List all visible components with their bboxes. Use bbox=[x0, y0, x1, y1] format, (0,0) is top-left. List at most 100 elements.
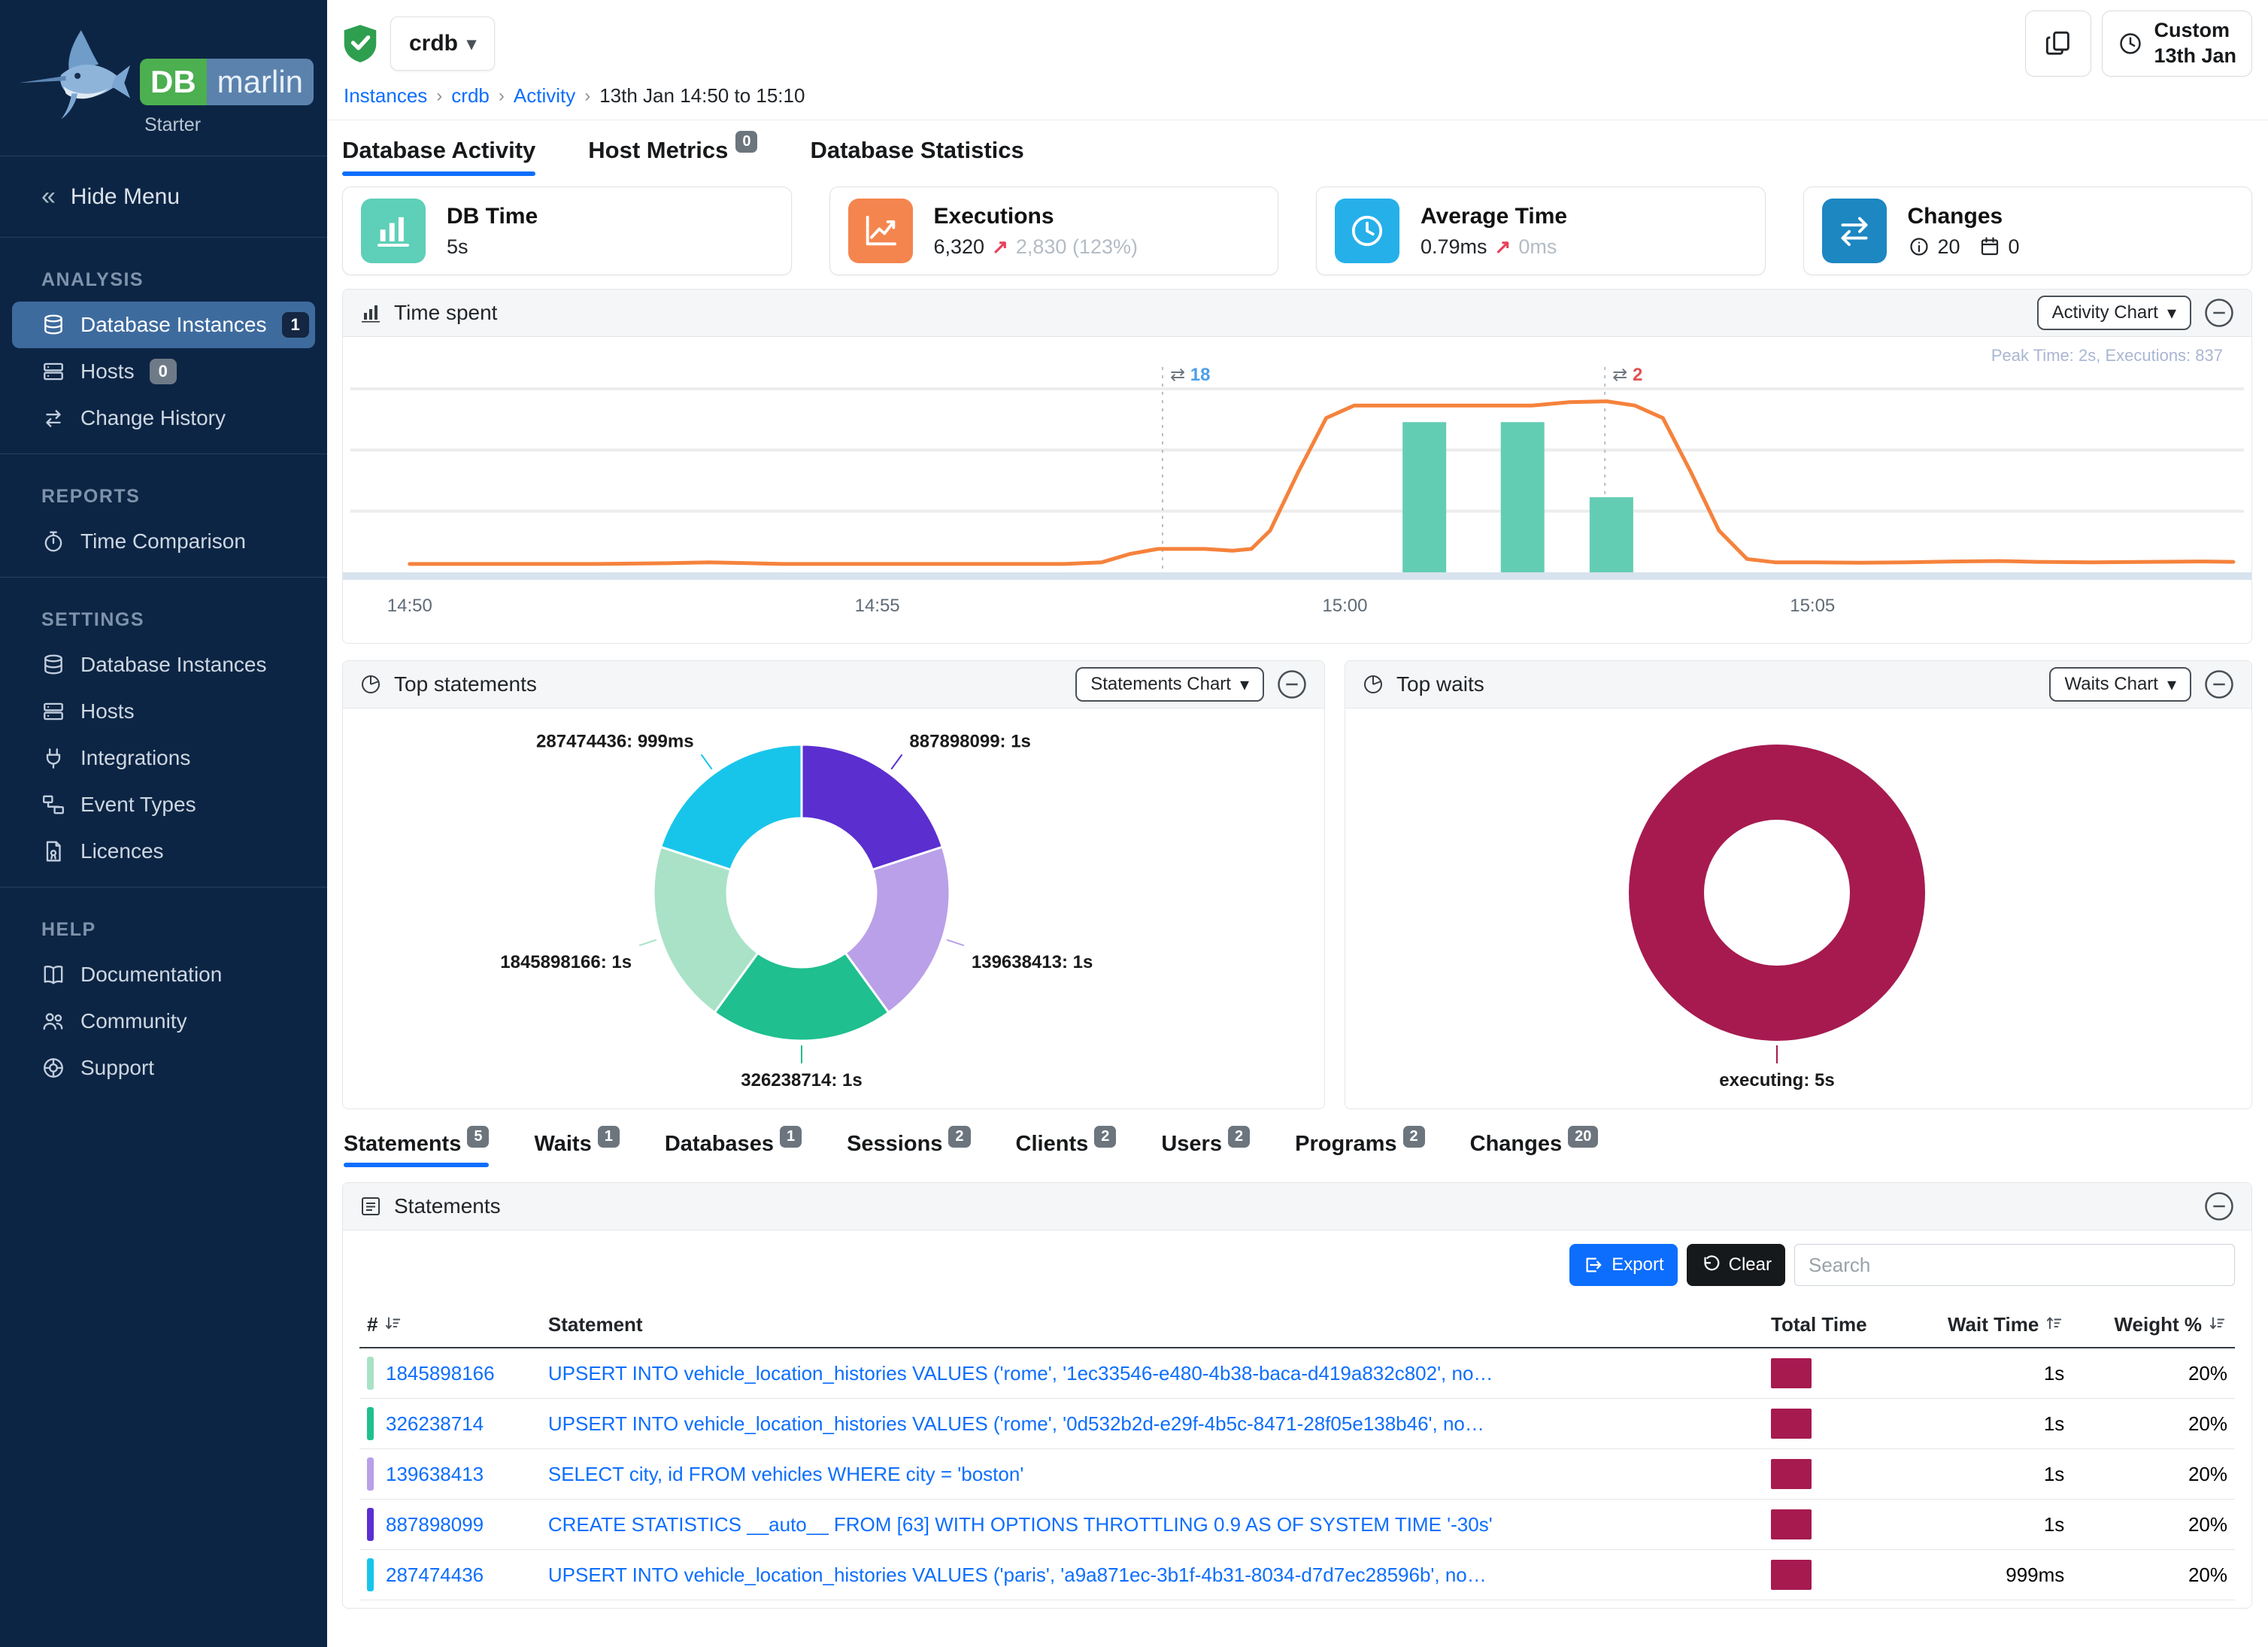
statements-chart-dropdown[interactable]: Statements Chart ▾ bbox=[1075, 667, 1264, 702]
detail-tab-clients[interactable]: Clients2 bbox=[1016, 1132, 1117, 1167]
kpi-main-value: 5s bbox=[447, 235, 468, 259]
caret-down-icon: ▾ bbox=[1240, 674, 1249, 696]
sidebar-item-hosts[interactable]: Hosts bbox=[0, 688, 327, 735]
statement-link[interactable]: CREATE STATISTICS __auto__ FROM [63] WIT… bbox=[548, 1513, 1496, 1536]
donut-label: 887898099: 1s bbox=[909, 731, 1030, 751]
sidebar-item-label: Licences bbox=[80, 839, 164, 863]
statement-id-link[interactable]: 326238714 bbox=[386, 1412, 484, 1436]
sidebar-item-integrations[interactable]: Integrations bbox=[0, 735, 327, 781]
sidebar-item-licences[interactable]: Licences bbox=[0, 828, 327, 875]
sidebar-item-community[interactable]: Community bbox=[0, 998, 327, 1045]
sidebar-section-reports: REPORTS bbox=[0, 466, 327, 518]
lifebuoy-icon bbox=[41, 1056, 65, 1080]
collapse-panel-icon[interactable] bbox=[2203, 297, 2235, 329]
sidebar-item-database-instances[interactable]: Database Instances bbox=[0, 642, 327, 688]
sidebar-item-support[interactable]: Support bbox=[0, 1045, 327, 1091]
shield-check-icon bbox=[342, 24, 378, 63]
top-waits-donut[interactable]: executing: 5s bbox=[1345, 708, 2251, 1109]
time-spent-chart[interactable]: Peak Time: 2s, Executions: 837⇄ 18⇄ 214:… bbox=[343, 337, 2251, 644]
top-waits-header: Top waits Waits Chart ▾ bbox=[1345, 661, 2251, 708]
count-badge: 2 bbox=[1228, 1126, 1250, 1148]
statement-cell: SELECT city, id FROM vehicles WHERE city… bbox=[541, 1449, 1763, 1500]
kpi-title: DB Time bbox=[447, 204, 538, 229]
detail-tab-databases[interactable]: Databases1 bbox=[665, 1132, 802, 1167]
statement-id-cell: 887898099 bbox=[359, 1500, 541, 1550]
donut-label: executing: 5s bbox=[1719, 1070, 1834, 1090]
collapse-panel-icon[interactable] bbox=[1276, 669, 1308, 700]
sidebar-item-hosts[interactable]: Hosts0 bbox=[0, 348, 327, 395]
collapse-panel-icon[interactable] bbox=[2203, 669, 2235, 700]
breadcrumb-link-instances[interactable]: Instances bbox=[344, 84, 427, 108]
detail-tab-sessions[interactable]: Sessions2 bbox=[847, 1132, 970, 1167]
count-badge: 2 bbox=[1403, 1126, 1425, 1148]
search-input[interactable] bbox=[1794, 1244, 2235, 1286]
statement-link[interactable]: UPSERT INTO vehicle_location_histories V… bbox=[548, 1564, 1496, 1587]
column-header-wait-time[interactable]: Wait Time bbox=[1905, 1303, 2072, 1348]
donut-label: 287474436: 999ms bbox=[536, 731, 694, 751]
column-header-total-time: Total Time bbox=[1763, 1303, 1905, 1348]
tab-label: Database Statistics bbox=[810, 137, 1023, 164]
statement-id-link[interactable]: 287474436 bbox=[386, 1564, 484, 1587]
color-chip bbox=[367, 1558, 374, 1591]
total-time-cell bbox=[1763, 1449, 1905, 1500]
waits-chart-dropdown[interactable]: Waits Chart ▾ bbox=[2049, 667, 2191, 702]
sidebar-item-time-comparison[interactable]: Time Comparison bbox=[0, 518, 327, 565]
breadcrumb-separator: › bbox=[584, 86, 590, 107]
statement-link[interactable]: UPSERT INTO vehicle_location_histories V… bbox=[548, 1412, 1496, 1436]
kpi-title: Changes bbox=[1908, 204, 2030, 229]
sidebar-item-label: Event Types bbox=[80, 793, 196, 817]
activity-chart-dropdown[interactable]: Activity Chart ▾ bbox=[2037, 296, 2191, 330]
sidebar-item-database-instances[interactable]: Database Instances1 bbox=[12, 302, 315, 348]
clear-button[interactable]: Clear bbox=[1687, 1244, 1785, 1286]
tab-database-activity[interactable]: Database Activity bbox=[342, 137, 535, 176]
weight-cell: 20% bbox=[2072, 1348, 2235, 1399]
detail-tab-users[interactable]: Users2 bbox=[1161, 1132, 1250, 1167]
top-statements-donut[interactable]: 887898099: 1s139638413: 1s326238714: 1s1… bbox=[343, 708, 1324, 1109]
column-header-statement: Statement bbox=[541, 1303, 1763, 1348]
instance-selector[interactable]: crdb ▾ bbox=[390, 17, 495, 71]
weight-cell: 20% bbox=[2072, 1550, 2235, 1600]
kpi-row: DB Time5sExecutions6,320↗2,830 (123%)Ave… bbox=[342, 187, 2252, 275]
statement-link[interactable]: SELECT city, id FROM vehicles WHERE city… bbox=[548, 1463, 1496, 1486]
people-icon bbox=[41, 1009, 65, 1033]
tab-label: Users bbox=[1161, 1132, 1222, 1157]
activity-chart-label: Activity Chart bbox=[2052, 302, 2158, 323]
breadcrumb-link-crdb[interactable]: crdb bbox=[451, 84, 490, 108]
donut-slice bbox=[661, 745, 802, 869]
export-button[interactable]: Export bbox=[1569, 1244, 1677, 1286]
statement-id-link[interactable]: 139638413 bbox=[386, 1463, 484, 1486]
hide-menu-button[interactable]: « Hide Menu bbox=[0, 168, 327, 225]
column-header-weight[interactable]: Weight % bbox=[2072, 1303, 2235, 1348]
kpi-count-value: 0 bbox=[2009, 235, 2020, 259]
undo-icon bbox=[1700, 1254, 1721, 1275]
sidebar-item-documentation[interactable]: Documentation bbox=[0, 951, 327, 998]
kpi-text: DB Time 5s bbox=[447, 204, 538, 259]
tab-label: Clients bbox=[1016, 1132, 1089, 1157]
statement-link[interactable]: UPSERT INTO vehicle_location_histories V… bbox=[548, 1362, 1496, 1385]
table-row: 887898099 CREATE STATISTICS __auto__ FROM… bbox=[359, 1500, 2235, 1550]
tab-database-statistics[interactable]: Database Statistics bbox=[810, 137, 1023, 176]
detail-tab-waits[interactable]: Waits1 bbox=[534, 1132, 619, 1167]
detail-tab-programs[interactable]: Programs2 bbox=[1295, 1132, 1425, 1167]
breadcrumb-current: 13th Jan 14:50 to 15:10 bbox=[599, 84, 805, 108]
table-row: 1845898166 UPSERT INTO vehicle_location_h… bbox=[359, 1348, 2235, 1399]
statement-id-link[interactable]: 887898099 bbox=[386, 1513, 484, 1536]
statements-panel-title: Statements bbox=[394, 1194, 501, 1218]
column-header-[interactable]: # bbox=[359, 1303, 541, 1348]
tab-host-metrics[interactable]: Host Metrics0 bbox=[588, 137, 757, 176]
detail-tab-statements[interactable]: Statements5 bbox=[344, 1132, 489, 1167]
detail-tab-changes[interactable]: Changes20 bbox=[1470, 1132, 1599, 1167]
copy-link-button[interactable] bbox=[2025, 11, 2091, 77]
breadcrumb-link-activity[interactable]: Activity bbox=[514, 84, 575, 108]
statement-cell: UPSERT INTO vehicle_location_histories V… bbox=[541, 1399, 1763, 1449]
change-marker-label: ⇄ 2 bbox=[1612, 365, 1642, 385]
sidebar-item-change-history[interactable]: Change History bbox=[0, 395, 327, 441]
time-range-button[interactable]: Custom 13th Jan bbox=[2102, 11, 2252, 77]
total-time-cell bbox=[1763, 1550, 1905, 1600]
sidebar-item-event-types[interactable]: Event Types bbox=[0, 781, 327, 828]
statement-id-link[interactable]: 1845898166 bbox=[386, 1362, 495, 1385]
top-waits-title: Top waits bbox=[1396, 672, 1484, 696]
collapse-panel-icon[interactable] bbox=[2203, 1191, 2235, 1222]
color-chip bbox=[367, 1407, 374, 1440]
sort-up-icon bbox=[2045, 1315, 2064, 1334]
